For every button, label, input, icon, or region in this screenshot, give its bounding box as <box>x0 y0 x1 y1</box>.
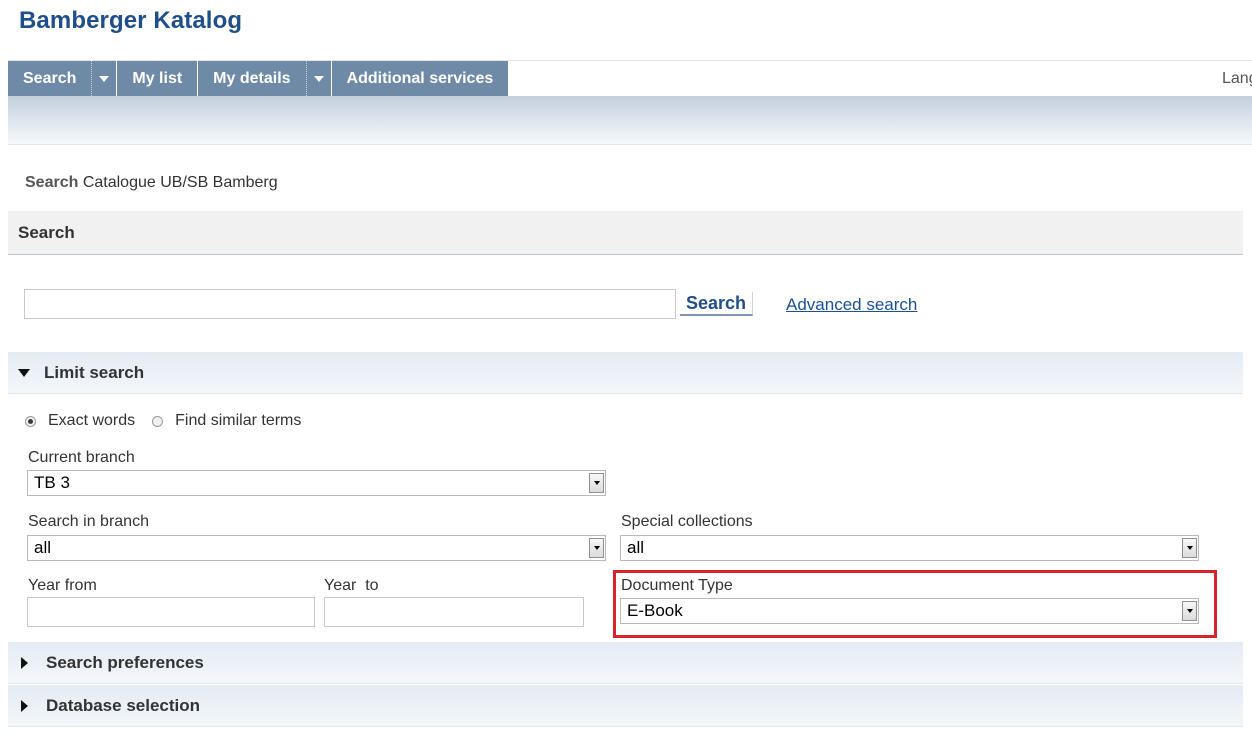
special-collections-label: Special collections <box>621 513 753 530</box>
exact-words-label: Exact words <box>48 412 136 429</box>
find-similar-terms-radio[interactable] <box>152 415 164 427</box>
database-selection-heading: Database selection <box>46 695 201 715</box>
nav-item-my-list[interactable]: My list <box>117 61 199 96</box>
nav-item-my-details[interactable]: My details <box>198 61 332 96</box>
nav-my-details-dropdown-toggle[interactable] <box>305 61 331 96</box>
year-to-input[interactable] <box>324 597 584 627</box>
match-mode-radio-group: Exact words Find similar terms <box>25 412 318 430</box>
breadcrumb-catalogue: Catalogue UB/SB Bamberg <box>82 174 278 191</box>
database-selection-toggle[interactable]: Database selection <box>8 685 1243 727</box>
language-selector[interactable]: Lang <box>1222 70 1252 88</box>
triangle-right-icon <box>21 656 28 669</box>
document-type-highlight <box>613 570 1217 638</box>
app-title: Bamberger Katalog <box>19 7 243 34</box>
nav-menu: Search My list My details Additional ser… <box>8 61 510 96</box>
search-input[interactable] <box>24 289 676 319</box>
current-branch-select[interactable]: TB 3 <box>27 470 606 496</box>
year-to-label: Year to <box>324 577 379 594</box>
exact-words-radio[interactable] <box>25 415 36 427</box>
breadcrumb-current: Search <box>25 174 79 191</box>
find-similar-terms-label: Find similar terms <box>175 412 302 429</box>
current-branch-value: TB 3 <box>34 473 70 492</box>
dropdown-arrow-icon <box>589 538 604 558</box>
nav-item-my-details-label: My details <box>213 69 291 87</box>
nav-item-additional-services[interactable]: Additional services <box>331 61 510 96</box>
dropdown-arrow-icon <box>589 473 604 493</box>
special-collections-value: all <box>627 538 645 557</box>
search-in-branch-label: Search in branch <box>28 513 149 530</box>
search-button[interactable]: Search <box>680 292 754 316</box>
year-from-input[interactable] <box>27 597 315 627</box>
limit-search-heading: Limit search <box>44 362 145 382</box>
header-banner <box>8 96 1252 145</box>
current-branch-label: Current branch <box>28 449 135 466</box>
search-preferences-heading: Search preferences <box>46 652 204 672</box>
special-collections-select[interactable]: all <box>620 535 1199 561</box>
search-section-heading: Search <box>8 211 1243 255</box>
search-preferences-toggle[interactable]: Search preferences <box>8 642 1243 684</box>
search-in-branch-value: all <box>34 538 52 557</box>
chevron-down-icon <box>313 75 324 82</box>
main-navigation: Search My list My details Additional ser… <box>8 61 1252 96</box>
search-in-branch-select[interactable]: all <box>27 535 606 561</box>
nav-item-my-list-label: My list <box>132 69 183 87</box>
limit-search-toggle[interactable]: Limit search <box>8 352 1243 394</box>
dropdown-arrow-icon <box>1182 538 1197 558</box>
triangle-down-icon <box>18 368 30 377</box>
nav-item-search[interactable]: Search <box>8 61 118 96</box>
chevron-down-icon <box>99 75 110 82</box>
triangle-right-icon <box>21 699 28 712</box>
advanced-search-link[interactable]: Advanced search <box>786 295 917 315</box>
breadcrumb: Search Catalogue UB/SB Bamberg <box>25 174 278 192</box>
nav-search-dropdown-toggle[interactable] <box>91 61 116 96</box>
nav-item-additional-services-label: Additional services <box>346 69 494 87</box>
nav-item-search-label: Search <box>23 69 77 87</box>
year-from-label: Year from <box>28 577 97 594</box>
